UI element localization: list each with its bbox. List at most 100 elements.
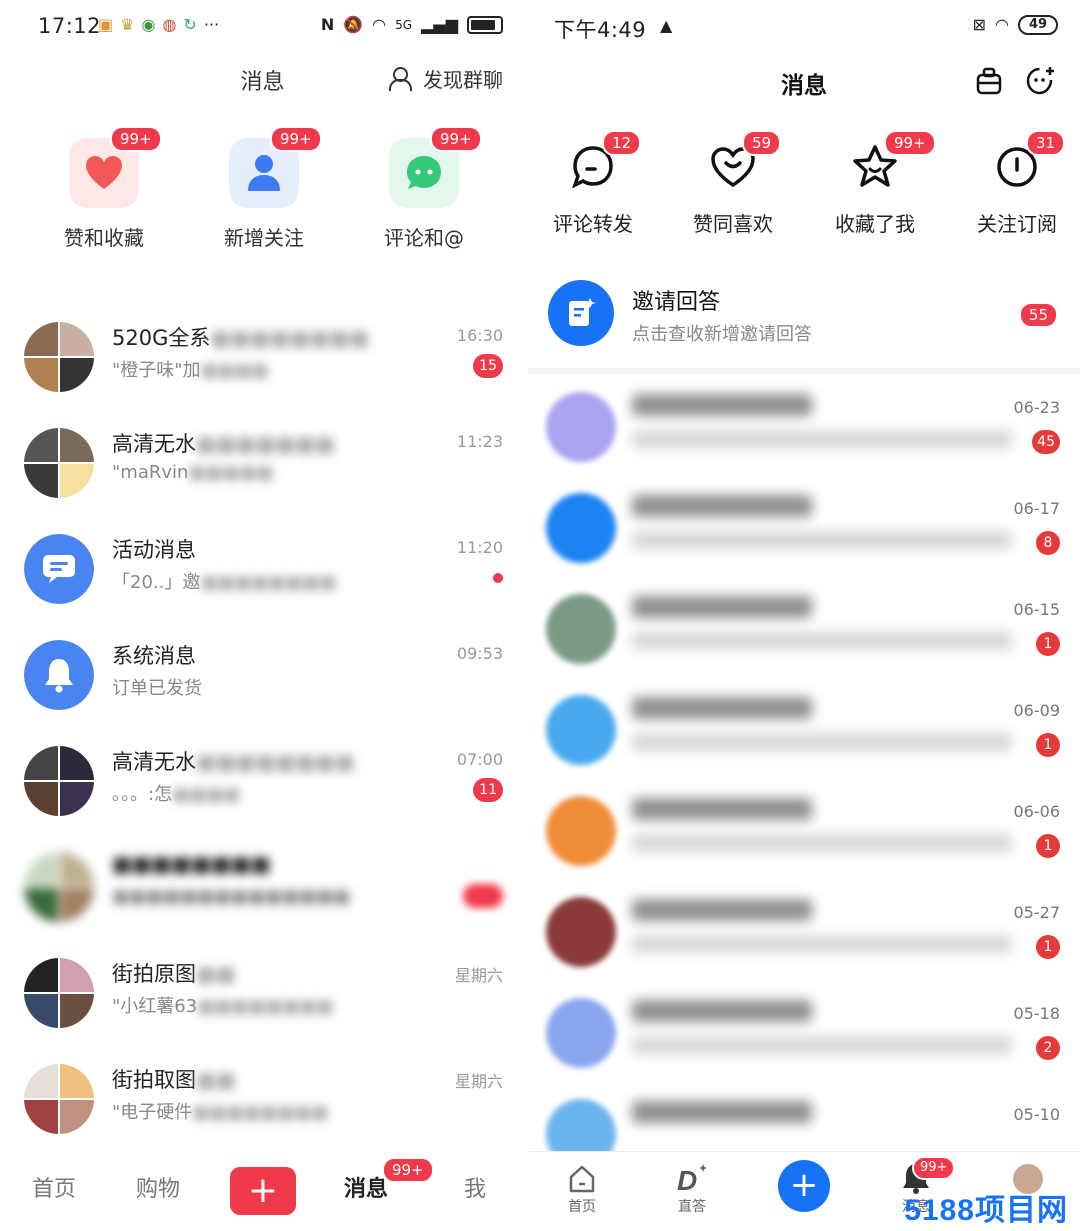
publish-button[interactable]: +	[230, 1167, 296, 1215]
app-notification-icon: ▣	[98, 15, 114, 34]
avatar	[546, 695, 616, 765]
publish-button[interactable]: +	[778, 1160, 830, 1212]
conversation-row[interactable]: 05-18 2	[528, 984, 1080, 1085]
group-avatar	[24, 428, 94, 498]
nav-zhida-label: 直答	[678, 1199, 706, 1215]
conversation-preview: "橙子味"加■■■■	[112, 360, 269, 381]
add-friend-icon[interactable]	[1026, 66, 1056, 96]
conversation-name: 活动消息	[112, 538, 196, 562]
battery-icon	[467, 16, 503, 34]
conversation-time: 06-09	[1013, 701, 1061, 720]
badge: 99+	[110, 126, 162, 152]
comments-mentions-shortcut[interactable]: 99+ 评论和@	[354, 126, 494, 251]
badge: 99+	[884, 130, 936, 156]
nav-home[interactable]: 首页	[552, 1160, 612, 1216]
conversation-name: 高清无水■■■■■■■	[112, 432, 335, 456]
unread-count-badge: 8	[1036, 531, 1060, 555]
invite-subtitle: 点击查收新增邀请回答	[632, 324, 812, 345]
avatar	[546, 998, 616, 1068]
more-notifications-icon: ···	[203, 15, 220, 34]
conversation-time: 11:20	[456, 538, 503, 557]
conversation-row[interactable]: 06-23 45	[528, 378, 1080, 479]
wifi-icon: ◠	[372, 15, 387, 34]
conversation-time: 11:23	[456, 432, 503, 451]
favorited-me-shortcut[interactable]: 99+ 收藏了我	[810, 128, 940, 237]
conversation-name	[632, 1101, 812, 1123]
shortcut-label: 赞和收藏	[64, 226, 144, 250]
group-avatar	[24, 852, 94, 922]
weibo-icon: ◍	[162, 15, 177, 34]
conversation-row[interactable]: 街拍原图■■ "小红薯63■■■■■■■■ 星期六	[0, 942, 525, 1048]
conversation-row[interactable]: 05-27 1	[528, 883, 1080, 984]
comments-reposts-shortcut[interactable]: 12 评论转发	[528, 128, 658, 237]
conversation-preview: "小红薯63■■■■■■■■	[112, 996, 334, 1017]
conversation-preview	[632, 834, 1012, 852]
conversation-preview	[632, 935, 1012, 953]
nav-me[interactable]: 我	[464, 1171, 486, 1203]
conversation-preview: "电子硬件■■■■■■■■	[112, 1102, 329, 1123]
conversation-row[interactable]: 活动消息 「20..」邀■■■■■■■■ 11:20	[0, 518, 525, 624]
avatar	[546, 493, 616, 563]
nfc-icon: N	[320, 15, 335, 34]
conversation-name: 街拍原图■■	[112, 962, 236, 986]
follow-subscribe-shortcut[interactable]: 31 关注订阅	[952, 128, 1080, 237]
conversation-row[interactable]: 520G全系■■■■■■■■ "橙子味"加■■■■ 16:30 15	[0, 306, 525, 412]
bell-icon	[24, 640, 94, 710]
discover-groups-label: 发现群聊	[423, 68, 503, 92]
conversation-time: 05-18	[1013, 1004, 1061, 1023]
avatar	[546, 392, 616, 462]
unread-count-badge: 1	[1036, 632, 1060, 656]
left-app-screen: 17:12 ▣ ♛ ◉ ◍ ↻ ··· N 🔕 ◠ 5G ▂▄▆ 消息 发现群聊…	[0, 0, 525, 1231]
conversation-row[interactable]: 06-15 1	[528, 580, 1080, 681]
conversation-name	[632, 899, 812, 921]
agree-likes-shortcut[interactable]: 59 赞同喜欢	[668, 128, 798, 237]
conversation-preview	[632, 632, 1012, 650]
discover-groups-button[interactable]: 发现群聊	[389, 64, 503, 93]
conversation-row[interactable]: ■■■■■■■■ ■■■■■■■■■■■■■■	[0, 836, 525, 942]
nav-shop[interactable]: 购物	[136, 1171, 180, 1203]
nav-zhida[interactable]: D 直答	[662, 1160, 722, 1216]
conversation-name	[632, 697, 812, 719]
new-followers-shortcut[interactable]: 99+ 新增关注	[194, 126, 334, 251]
badge: 31	[1026, 130, 1066, 156]
right-app-screen: 下午4:49 ▲ ⊠ ◠ 49 消息 12 评论转发 59 赞同喜欢 99+ 收…	[528, 0, 1080, 1231]
svg-text:D: D	[677, 1165, 697, 1194]
conversation-row[interactable]: 街拍取图■■ "电子硬件■■■■■■■■ 星期六	[0, 1048, 525, 1154]
shortcut-label: 评论和@	[384, 226, 464, 250]
signal-bars-icon: ▂▄▆	[421, 15, 458, 34]
unread-count-badge: 11	[473, 778, 503, 802]
system-avatar	[24, 640, 94, 710]
shortcut-label: 赞同喜欢	[693, 212, 773, 236]
shortcut-label: 评论转发	[553, 212, 633, 236]
invite-answer-row[interactable]: 邀请回答 点击查收新增邀请回答 55	[528, 272, 1080, 364]
conversation-row[interactable]: 06-17 8	[528, 479, 1080, 580]
conversation-time: 06-06	[1013, 802, 1061, 821]
unread-count-badge: 1	[1036, 834, 1060, 858]
unread-count-badge: 15	[473, 354, 503, 378]
conversation-row[interactable]: 06-09 1	[528, 681, 1080, 782]
conversation-name	[632, 495, 812, 517]
conversation-name: 高清无水■■■■■■■■	[112, 750, 355, 774]
group-avatar	[24, 958, 94, 1028]
unread-count-badge: 2	[1036, 1036, 1060, 1060]
system-icons: N 🔕 ◠ 5G ▂▄▆	[321, 14, 503, 36]
conversation-time: 09:53	[456, 644, 503, 663]
conversation-name	[632, 1000, 812, 1022]
nav-messages[interactable]: 消息	[344, 1171, 388, 1203]
unread-count-badge	[463, 884, 503, 908]
robot-icon[interactable]	[974, 66, 1004, 96]
conversation-time: 07:00	[456, 750, 503, 769]
conversation-row[interactable]: 高清无水■■■■■■■■ 。。。:怎■■■■ 07:00 11	[0, 730, 525, 836]
avatar	[546, 897, 616, 967]
shortcut-label: 新增关注	[224, 226, 304, 250]
conversation-time: 06-15	[1013, 600, 1061, 619]
unread-count-badge: 55	[1018, 302, 1058, 328]
unread-dot	[493, 573, 503, 583]
nav-home[interactable]: 首页	[32, 1171, 76, 1203]
conversation-preview	[632, 733, 1012, 751]
conversation-time: 05-27	[1013, 903, 1061, 922]
conversation-row[interactable]: 高清无水■■■■■■■ "maRvin■■■■■ 11:23	[0, 412, 525, 518]
likes-favorites-shortcut[interactable]: 99+ 赞和收藏	[34, 126, 174, 251]
conversation-row[interactable]: 系统消息 订单已发货 09:53	[0, 624, 525, 730]
conversation-row[interactable]: 06-06 1	[528, 782, 1080, 883]
